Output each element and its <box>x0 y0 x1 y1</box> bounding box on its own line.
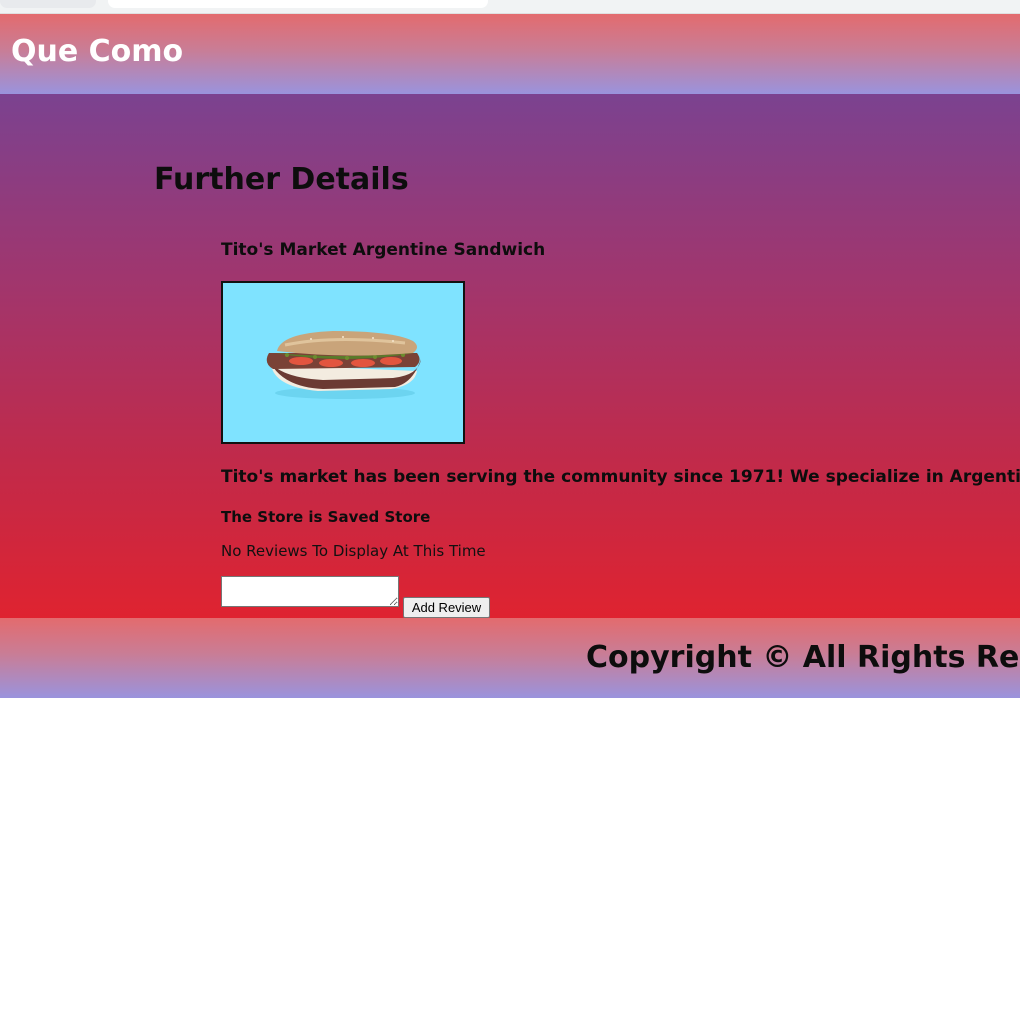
site-header: Que Como <box>0 14 1020 94</box>
add-review-button[interactable]: Add Review <box>403 597 490 618</box>
page-heading: Further Details <box>154 162 409 197</box>
copyright-text: Copyright © All Rights Reser <box>586 640 1020 675</box>
browser-address-strip <box>0 0 1020 14</box>
main-content: Further Details Tito's Market Argentine … <box>0 94 1020 618</box>
item-description: Tito's market has been serving the commu… <box>221 467 1020 487</box>
item-title: Tito's Market Argentine Sandwich <box>221 240 546 260</box>
sandwich-photo <box>221 281 465 444</box>
sandwich-illustration <box>266 331 421 399</box>
no-reviews-message: No Reviews To Display At This Time <box>221 542 486 560</box>
address-bar[interactable] <box>108 0 488 8</box>
site-title: Que Como <box>11 34 184 69</box>
site-info-chip[interactable] <box>0 0 96 8</box>
review-input[interactable] <box>221 576 399 607</box>
store-status: The Store is Saved Store <box>221 508 431 526</box>
site-footer: Copyright © All Rights Reser <box>0 618 1020 698</box>
